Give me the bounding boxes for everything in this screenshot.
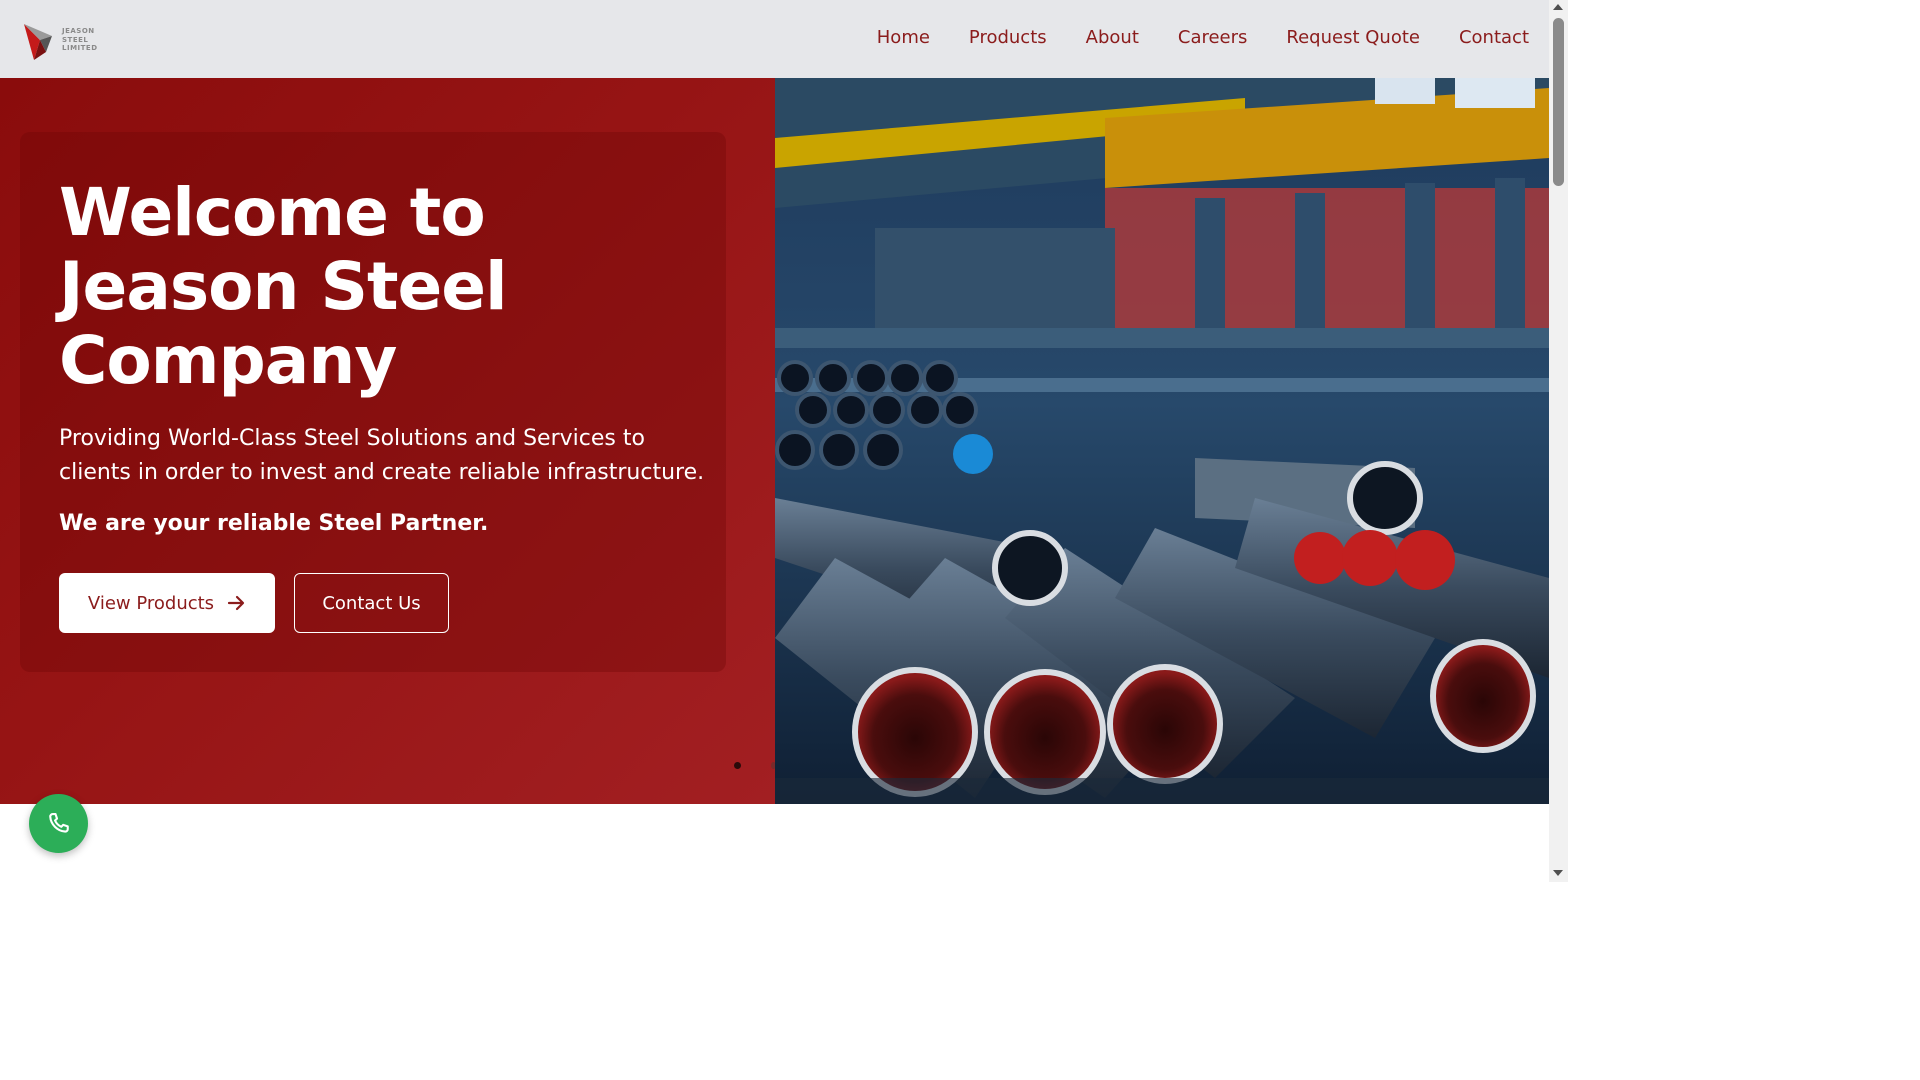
nav-products[interactable]: Products xyxy=(969,27,1047,48)
scroll-down-icon[interactable] xyxy=(1553,870,1563,876)
scroll-up-icon[interactable] xyxy=(1553,4,1563,10)
nav-about[interactable]: About xyxy=(1086,27,1139,48)
logo-text: JEASON STEEL LIMITED xyxy=(62,27,98,52)
nav-home[interactable]: Home xyxy=(877,27,930,48)
contact-us-label: Contact Us xyxy=(322,592,421,614)
jeason-logo-icon xyxy=(24,24,52,60)
nav-careers[interactable]: Careers xyxy=(1178,27,1248,48)
nav-request-quote[interactable]: Request Quote xyxy=(1286,27,1420,48)
view-products-label: View Products xyxy=(87,592,215,614)
site-header: JEASON STEEL LIMITED Home Products About… xyxy=(0,0,1549,78)
scroll-thumb[interactable] xyxy=(1553,18,1564,186)
main-nav: Home Products About Careers Request Quot… xyxy=(877,27,1529,48)
phone-icon xyxy=(48,812,69,833)
hero-panel: Welcome to Jeason Steel Company Providin… xyxy=(0,78,776,804)
view-products-button[interactable]: View Products xyxy=(59,573,275,633)
arrow-right-icon xyxy=(227,595,245,611)
hero-section: Welcome to Jeason Steel Company Providin… xyxy=(0,78,1549,804)
page-scrollbar[interactable] xyxy=(1549,0,1568,882)
steel-pipes-illustration xyxy=(775,78,1549,804)
nav-contact[interactable]: Contact xyxy=(1459,27,1529,48)
hero-title: Welcome to Jeason Steel Company xyxy=(59,174,508,399)
page: JEASON STEEL LIMITED Home Products About… xyxy=(0,0,1568,882)
hero-subtitle: Providing World-Class Steel Solutions an… xyxy=(59,426,705,485)
brand-logo[interactable]: JEASON STEEL LIMITED xyxy=(22,22,106,62)
contact-us-button[interactable]: Contact Us xyxy=(294,573,449,633)
hero-image xyxy=(775,78,1549,804)
slide-indicator-active[interactable] xyxy=(734,762,741,769)
hero-tagline: We are your reliable Steel Partner. xyxy=(59,511,489,536)
call-button[interactable] xyxy=(29,794,88,853)
